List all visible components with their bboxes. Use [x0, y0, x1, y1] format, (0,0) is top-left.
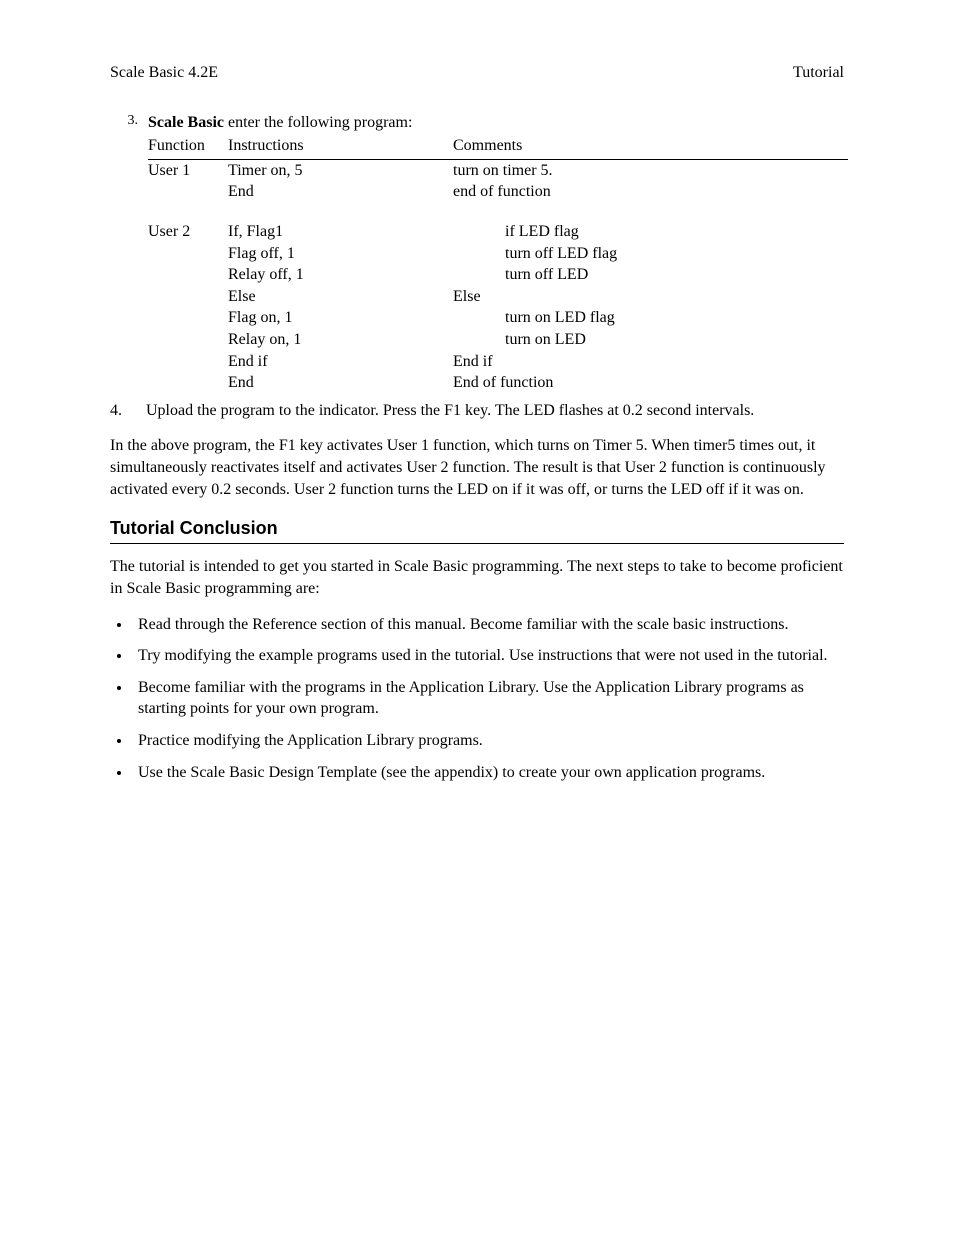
cell-function — [148, 286, 228, 308]
program-table: Function Instructions Comments User 1Tim… — [148, 135, 848, 394]
cell-instruction: Relay off, 1 — [228, 264, 453, 286]
cell-instruction: End — [228, 181, 453, 203]
list-item: Try modifying the example programs used … — [132, 645, 844, 667]
cell-function: User 2 — [148, 221, 228, 243]
cell-function — [148, 181, 228, 203]
section-heading-conclusion: Tutorial Conclusion — [110, 516, 844, 544]
th-instructions: Instructions — [228, 135, 453, 159]
table-row: Flag off, 1turn off LED flag — [148, 243, 848, 265]
header-right: Tutorial — [793, 62, 844, 84]
cell-function: User 1 — [148, 159, 228, 181]
cell-comment: if LED flag — [453, 221, 848, 243]
th-function: Function — [148, 135, 228, 159]
table-row: User 1Timer on, 5turn on timer 5. — [148, 159, 848, 181]
th-comments: Comments — [453, 135, 848, 159]
cell-instruction: End if — [228, 351, 453, 373]
cell-comment: turn off LED flag — [453, 243, 848, 265]
table-row: ElseElse — [148, 286, 848, 308]
cell-instruction: End — [228, 372, 453, 394]
list-item-4: 4. Upload the program to the indicator. … — [110, 400, 844, 422]
cell-comment: end of function — [453, 181, 848, 203]
cell-function — [148, 243, 228, 265]
cell-instruction: If, Flag1 — [228, 221, 453, 243]
cell-instruction: Relay on, 1 — [228, 329, 453, 351]
table-row: Flag on, 1turn on LED flag — [148, 307, 848, 329]
cell-comment: turn on LED — [453, 329, 848, 351]
cell-function — [148, 264, 228, 286]
cell-function — [148, 329, 228, 351]
list-item: Use the Scale Basic Design Template (see… — [132, 762, 844, 784]
table-row: Relay on, 1turn on LED — [148, 329, 848, 351]
cell-comment: turn off LED — [453, 264, 848, 286]
cell-function — [148, 351, 228, 373]
list-item: Become familiar with the programs in the… — [132, 677, 844, 720]
list-item: Practice modifying the Application Libra… — [132, 730, 844, 752]
table-row: Relay off, 1turn off LED — [148, 264, 848, 286]
item3-lead-rest: enter the following program: — [224, 114, 412, 131]
cell-instruction: Flag off, 1 — [228, 243, 453, 265]
running-header: Scale Basic 4.2E Tutorial — [110, 62, 844, 84]
item3-number: 3. — [110, 112, 144, 131]
cell-function — [148, 307, 228, 329]
conclusion-paragraph: The tutorial is intended to get you star… — [110, 556, 844, 599]
cell-comment: Else — [453, 286, 848, 308]
conclusion-bullet-list: Read through the Reference section of th… — [132, 614, 844, 784]
table-row: End ifEnd if — [148, 351, 848, 373]
table-row: EndEnd of function — [148, 372, 848, 394]
item4-text: Upload the program to the indicator. Pre… — [130, 400, 836, 422]
cell-comment: End if — [453, 351, 848, 373]
list-item-3: 3. Scale Basic enter the following progr… — [110, 112, 844, 394]
item4-number: 4. — [110, 400, 126, 422]
cell-instruction: Timer on, 5 — [228, 159, 453, 181]
table-row: User 2If, Flag1if LED flag — [148, 221, 848, 243]
cell-function — [148, 372, 228, 394]
explanation-paragraph: In the above program, the F1 key activat… — [110, 435, 844, 500]
cell-comment: turn on timer 5. — [453, 159, 848, 181]
table-row: Endend of function — [148, 181, 848, 203]
header-left: Scale Basic 4.2E — [110, 62, 218, 84]
cell-instruction: Else — [228, 286, 453, 308]
cell-instruction: Flag on, 1 — [228, 307, 453, 329]
cell-comment: End of function — [453, 372, 848, 394]
list-item: Read through the Reference section of th… — [132, 614, 844, 636]
item3-lead: Scale Basic enter the following program: — [148, 114, 412, 131]
cell-comment: turn on LED flag — [453, 307, 848, 329]
item3-lead-bold: Scale Basic — [148, 114, 224, 131]
